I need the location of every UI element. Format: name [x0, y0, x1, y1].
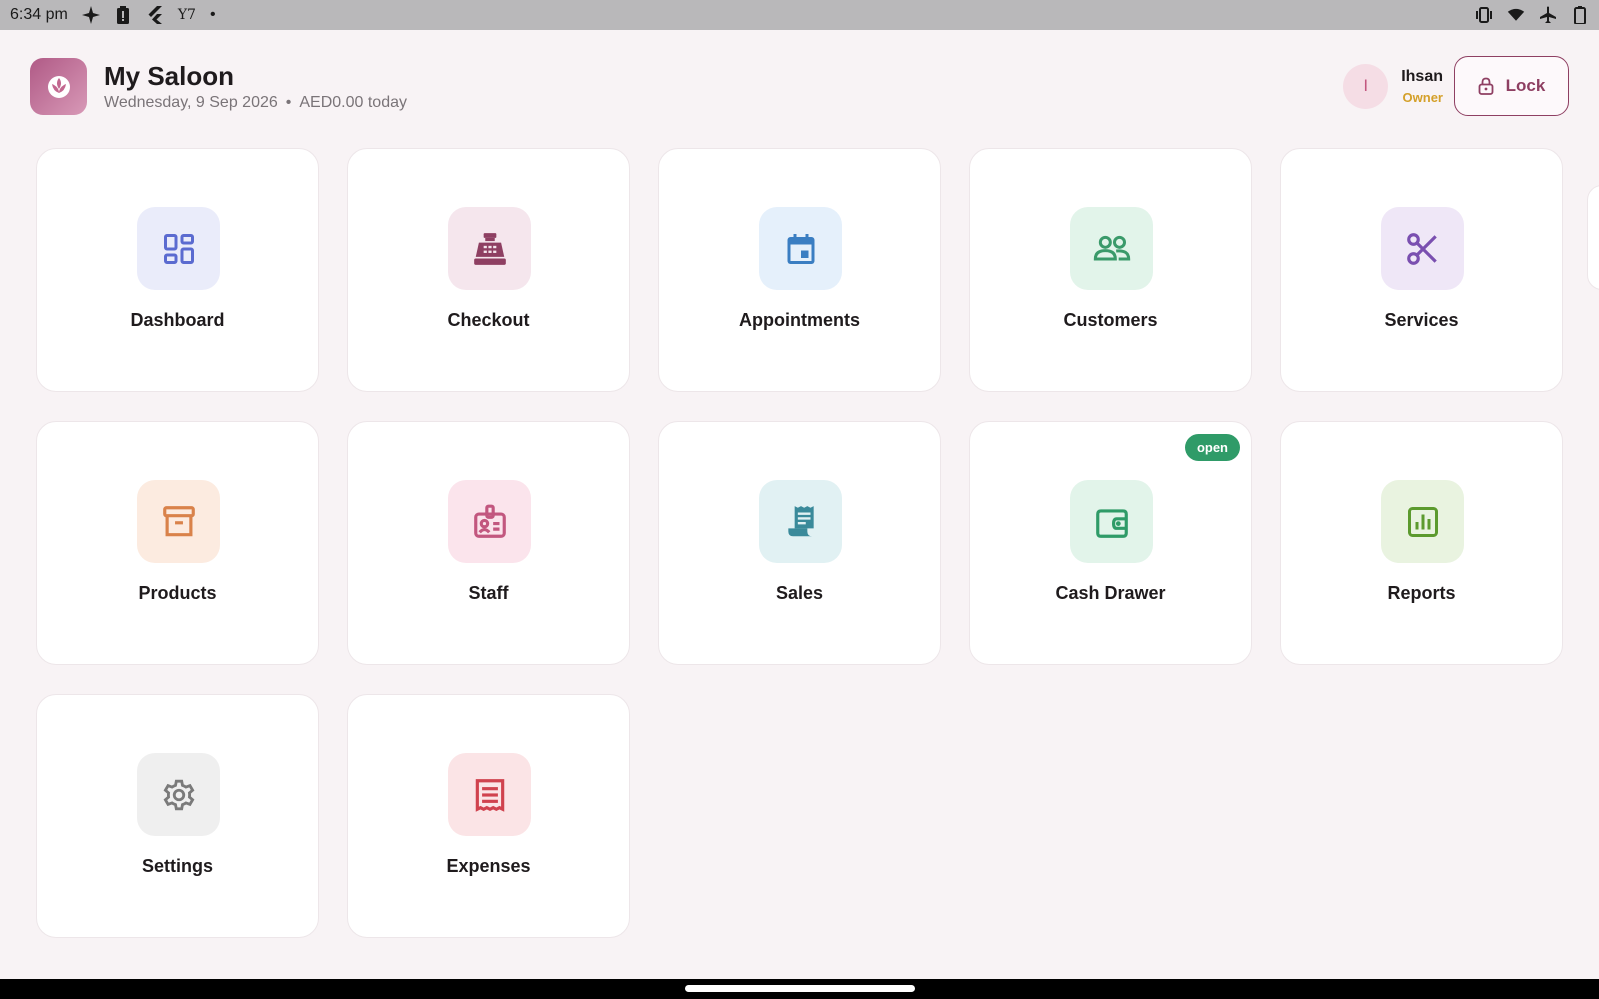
status-badge: open	[1184, 434, 1240, 461]
flutter-icon	[146, 6, 164, 24]
gear-icon	[163, 779, 194, 810]
tile-label: Services	[1384, 310, 1459, 330]
icon-tile	[448, 480, 531, 563]
tile-products[interactable]: Products	[36, 421, 319, 665]
tile-label: Staff	[468, 583, 509, 603]
icon-tile	[448, 207, 531, 290]
tile-label: Checkout	[447, 310, 530, 330]
tile-label: Appointments	[739, 310, 860, 330]
bar-chart-icon	[1407, 506, 1438, 537]
icon-tile	[137, 753, 220, 836]
lock-icon	[1478, 77, 1494, 95]
tile-appointments[interactable]: Appointments	[658, 148, 941, 392]
lotus-icon	[47, 76, 70, 98]
status-time: 6:34 pm	[10, 6, 68, 23]
icon-tile	[137, 480, 220, 563]
yahoo-icon: Y7	[177, 7, 196, 23]
airplane-icon	[1539, 6, 1557, 24]
tile-services[interactable]: Services	[1280, 148, 1563, 392]
lock-label: Lock	[1505, 76, 1546, 95]
tile-label: Customers	[1063, 310, 1158, 330]
tile-customers[interactable]: Customers	[969, 148, 1252, 392]
battery-alert-icon	[114, 6, 132, 24]
tile-label: Reports	[1387, 583, 1456, 603]
tile-expenses[interactable]: Expenses	[347, 694, 630, 938]
calendar-icon	[787, 233, 814, 264]
home-gesture-handle[interactable]	[685, 985, 915, 992]
tile-label: Products	[138, 583, 217, 603]
receipt-icon	[787, 505, 814, 536]
tile-sales[interactable]: Sales	[658, 421, 941, 665]
tile-settings[interactable]: Settings	[36, 694, 319, 938]
vibrate-icon	[1475, 6, 1493, 24]
wifi-icon	[1507, 6, 1525, 24]
user-name: Ihsan	[1401, 67, 1443, 85]
tile-label: Settings	[141, 856, 213, 876]
cash-register-icon	[473, 232, 506, 265]
tile-label: Expenses	[446, 856, 531, 876]
header-subtitle: Wednesday, 9 Sep 2026 • AED0.00 today	[104, 94, 407, 112]
icon-tile	[1070, 480, 1153, 563]
separator: •	[285, 94, 292, 111]
tile-reports[interactable]: Reports	[1280, 421, 1563, 665]
system-nav-bar	[0, 979, 1599, 999]
page-title: My Saloon	[104, 61, 235, 91]
scissors-icon	[1406, 232, 1437, 265]
tile-label: Sales	[775, 583, 824, 603]
icon-tile	[1070, 207, 1153, 290]
user-area: I Ihsan Owner Lock	[1343, 56, 1569, 116]
archive-box-icon	[162, 505, 195, 536]
tile-label: Dashboard	[130, 310, 225, 330]
icon-tile	[759, 207, 842, 290]
icon-tile	[1381, 480, 1464, 563]
notification-dot: •	[209, 6, 216, 23]
app-logo	[30, 57, 87, 115]
user-role: Owner	[1402, 89, 1443, 105]
icon-tile	[1381, 207, 1464, 290]
icon-tile	[137, 207, 220, 290]
tile-checkout[interactable]: Checkout	[347, 148, 630, 392]
bill-icon	[475, 778, 504, 812]
icon-tile	[448, 753, 531, 836]
sparkle-icon	[81, 6, 100, 24]
wallet-icon	[1095, 508, 1128, 538]
tile-staff[interactable]: Staff	[347, 421, 630, 665]
battery-icon	[1571, 6, 1589, 24]
avatar[interactable]: I	[1343, 63, 1389, 109]
today-total: AED0.00 today	[299, 94, 407, 111]
dashboard-icon	[163, 233, 194, 264]
current-date: Wednesday, 9 Sep 2026	[104, 94, 278, 111]
tile-cash-drawer[interactable]: open Cash Drawer	[969, 421, 1252, 665]
tile-label: Cash Drawer	[1055, 583, 1166, 603]
people-icon	[1093, 235, 1130, 260]
tile-dashboard[interactable]: Dashboard	[36, 148, 319, 392]
app-header: My Saloon Wednesday, 9 Sep 2026 • AED0.00 …	[30, 56, 1569, 116]
status-bar: 6:34 pm Y7 •	[0, 0, 1599, 30]
id-badge-icon	[473, 504, 506, 538]
icon-tile	[759, 480, 842, 563]
next-page-hint[interactable]	[1587, 185, 1599, 290]
lock-button[interactable]: Lock	[1454, 56, 1569, 116]
